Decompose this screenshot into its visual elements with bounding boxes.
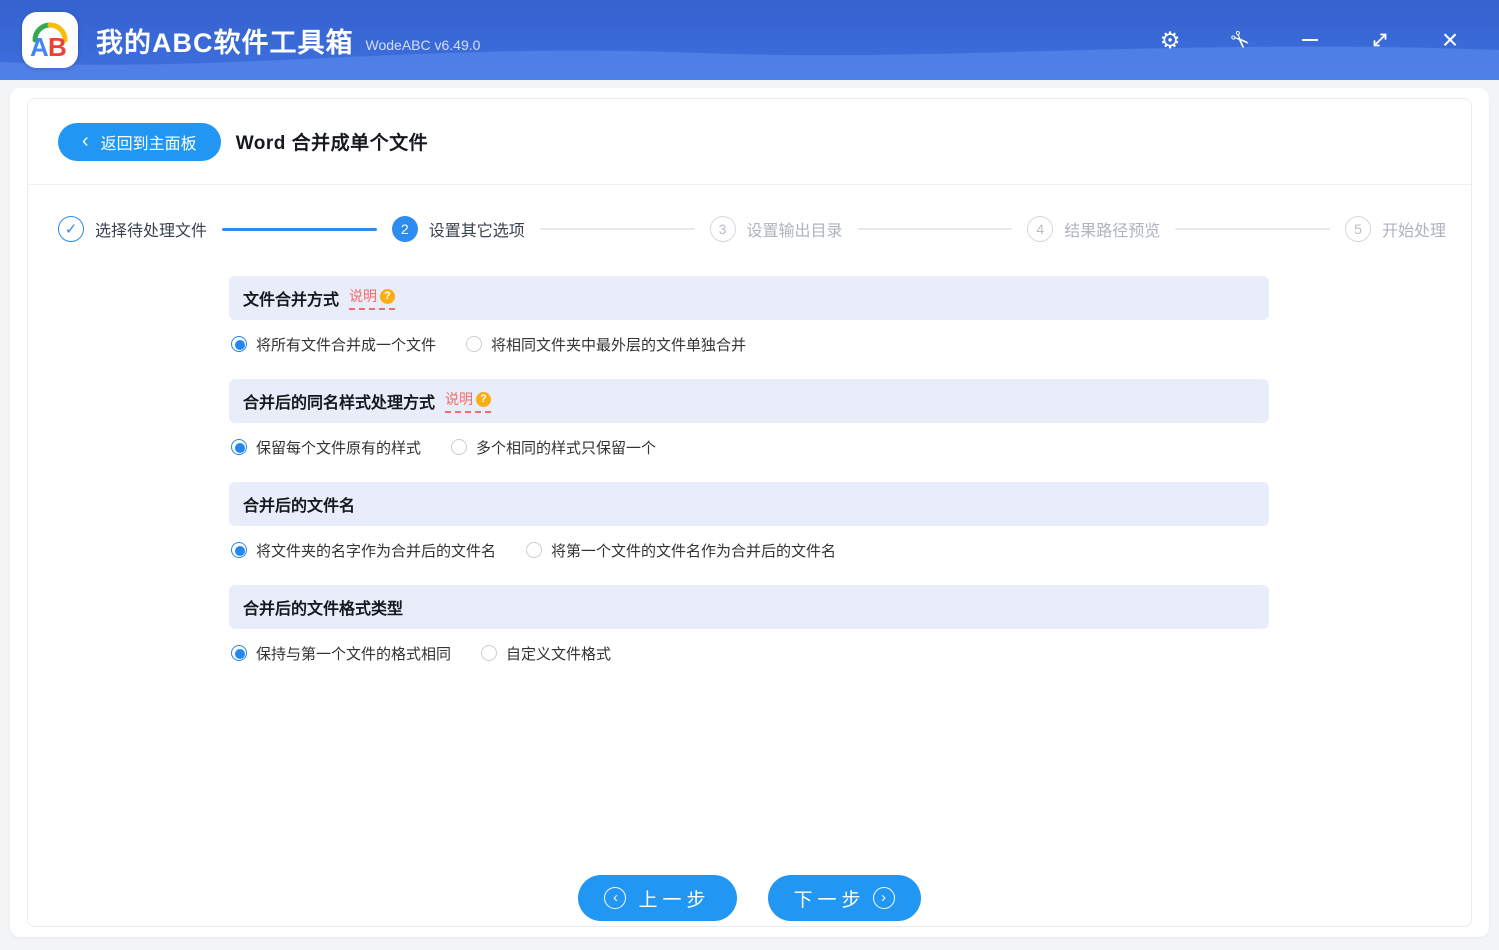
next-step-label: 下一步 [794,885,866,912]
section-merge-mode-header: 文件合并方式 说明 ? [229,276,1269,320]
help-label: 说明 [445,389,473,409]
main-card: ‹ 返回到主面板 Word 合并成单个文件 ✓ 选择待处理文件 2 设置其它选项 [10,88,1489,937]
step-connector [1175,228,1330,230]
radio-option-label: 保留每个文件原有的样式 [256,437,421,458]
page-background: ‹ 返回到主面板 Word 合并成单个文件 ✓ 选择待处理文件 2 设置其它选项 [0,80,1499,950]
back-button-label: 返回到主面板 [101,130,197,154]
step-1-check-icon: ✓ [58,216,84,242]
radio-group-merge-mode: 将所有文件合并成一个文件 将相同文件夹中最外层的文件单独合并 [229,329,1269,359]
step-4-number: 4 [1027,216,1053,242]
radio-unselected-icon [526,542,542,558]
radio-unselected-icon [466,336,482,352]
circled-chevron-right-icon: › [873,887,895,909]
radio-option-label: 将所有文件合并成一个文件 [256,334,436,355]
section-merge-mode: 文件合并方式 说明 ? 将所有文件合并成一个文件 将相 [229,276,1269,359]
help-link[interactable]: 说明 ? [349,286,395,310]
step-3-number: 3 [710,216,736,242]
help-link[interactable]: 说明 ? [445,389,491,413]
help-label: 说明 [349,286,377,306]
step-2-other-options: 2 设置其它选项 [392,216,525,242]
radio-group-output-format: 保持与第一个文件的格式相同 自定义文件格式 [229,638,1269,668]
step-connector-done [222,228,377,231]
section-merged-filename-header: 合并后的文件名 [229,482,1269,526]
radio-option-merge-all[interactable]: 将所有文件合并成一个文件 [231,334,436,355]
section-merged-filename: 合并后的文件名 将文件夹的名字作为合并后的文件名 将第一个文件的文件名作为合并后… [229,482,1269,565]
radio-selected-icon [231,645,247,661]
radio-unselected-icon [481,645,497,661]
step-1-select-files: ✓ 选择待处理文件 [58,216,207,242]
app-version: WodeABC v6.49.0 [366,37,481,53]
radio-selected-icon [231,439,247,455]
section-title: 合并后的文件格式类型 [243,595,403,619]
step-4-result-preview: 4 结果路径预览 [1027,216,1160,242]
step-5-start-processing: 5 开始处理 [1345,216,1446,242]
scissors-screenshot-icon[interactable]: ✂ [1217,17,1263,63]
step-connector [540,228,695,230]
radio-option-keep-one-style[interactable]: 多个相同的样式只保留一个 [451,437,656,458]
radio-selected-icon [231,336,247,352]
section-output-format: 合并后的文件格式类型 保持与第一个文件的格式相同 自定义文件格式 [229,585,1269,668]
step-3-output-directory: 3 设置输出目录 [710,216,843,242]
back-to-dashboard-button[interactable]: ‹ 返回到主面板 [58,123,221,161]
page-title: Word 合并成单个文件 [236,128,428,155]
section-same-style-handling: 合并后的同名样式处理方式 说明 ? 保留每个文件原有的样式 [229,379,1269,462]
maximize-resize-icon[interactable] [1357,17,1403,63]
question-mark-icon: ? [380,289,395,304]
radio-option-folder-name[interactable]: 将文件夹的名字作为合并后的文件名 [231,540,496,561]
radio-option-same-as-first-file[interactable]: 保持与第一个文件的格式相同 [231,643,451,664]
logo-letter-a: A [30,32,49,62]
previous-step-label: 上一步 [638,885,710,912]
step-4-label: 结果路径预览 [1064,217,1160,241]
chevron-left-icon: ‹ [82,131,89,151]
radio-option-merge-per-folder[interactable]: 将相同文件夹中最外层的文件单独合并 [466,334,746,355]
options-content: 文件合并方式 说明 ? 将所有文件合并成一个文件 将相 [229,276,1269,668]
app-title: 我的ABC软件工具箱 [96,21,354,60]
step-2-number: 2 [392,216,418,242]
next-step-button[interactable]: 下一步 › [768,875,921,921]
panel-header: ‹ 返回到主面板 Word 合并成单个文件 [28,99,1471,184]
step-indicator: ✓ 选择待处理文件 2 设置其它选项 3 设置输出目录 4 结果路径预览 [28,185,1471,242]
section-output-format-header: 合并后的文件格式类型 [229,585,1269,629]
radio-option-first-file-name[interactable]: 将第一个文件的文件名作为合并后的文件名 [526,540,836,561]
minimize-icon[interactable] [1287,17,1333,63]
section-title: 文件合并方式 [243,286,339,310]
radio-group-same-style: 保留每个文件原有的样式 多个相同的样式只保留一个 [229,432,1269,462]
step-2-label: 设置其它选项 [429,217,525,241]
titlebar: A B 我的ABC软件工具箱 WodeABC v6.49.0 ⚙ ✂ × [0,0,1499,80]
logo-letter-b: B [48,32,67,62]
radio-group-merged-filename: 将文件夹的名字作为合并后的文件名 将第一个文件的文件名作为合并后的文件名 [229,535,1269,565]
wizard-panel: ‹ 返回到主面板 Word 合并成单个文件 ✓ 选择待处理文件 2 设置其它选项 [27,98,1472,927]
app-logo: A B [22,12,78,68]
radio-option-label: 将相同文件夹中最外层的文件单独合并 [491,334,746,355]
radio-option-label: 保持与第一个文件的格式相同 [256,643,451,664]
radio-option-keep-original-styles[interactable]: 保留每个文件原有的样式 [231,437,421,458]
previous-step-button[interactable]: ‹ 上一步 [578,875,736,921]
settings-gear-icon[interactable]: ⚙ [1147,17,1193,63]
radio-selected-icon [231,542,247,558]
step-3-label: 设置输出目录 [747,217,843,241]
circled-chevron-left-icon: ‹ [604,887,626,909]
radio-option-label: 将第一个文件的文件名作为合并后的文件名 [551,540,836,561]
radio-unselected-icon [451,439,467,455]
radio-option-label: 自定义文件格式 [506,643,611,664]
radio-option-custom-format[interactable]: 自定义文件格式 [481,643,611,664]
wizard-footer: ‹ 上一步 下一步 › [28,875,1471,921]
section-same-style-header: 合并后的同名样式处理方式 说明 ? [229,379,1269,423]
step-connector [858,228,1013,230]
section-title: 合并后的文件名 [243,492,355,516]
radio-option-label: 多个相同的样式只保留一个 [476,437,656,458]
section-title: 合并后的同名样式处理方式 [243,389,435,413]
radio-option-label: 将文件夹的名字作为合并后的文件名 [256,540,496,561]
step-5-label: 开始处理 [1382,217,1446,241]
question-mark-icon: ? [476,392,491,407]
close-icon[interactable]: × [1427,17,1473,63]
step-5-number: 5 [1345,216,1371,242]
step-1-label: 选择待处理文件 [95,217,207,241]
